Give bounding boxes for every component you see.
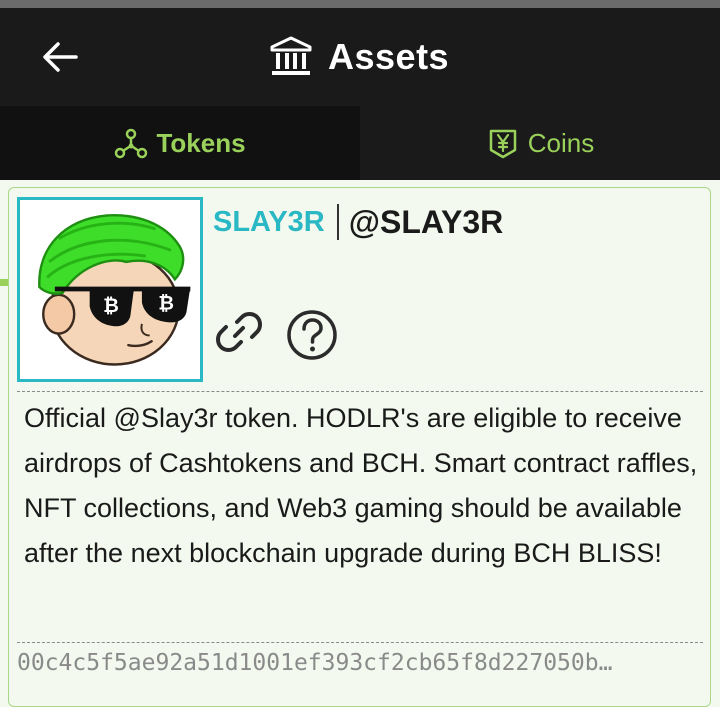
bank-icon: [270, 36, 312, 75]
token-name-row: SLAY3R @SLAY3R: [213, 202, 503, 242]
page-title-group: Assets: [268, 34, 449, 80]
yen-coin-icon: [489, 129, 516, 159]
tab-tokens[interactable]: Tokens: [0, 106, 360, 180]
back-button[interactable]: [36, 34, 84, 80]
app-bar: Assets: [0, 8, 720, 106]
token-handle: @SLAY3R: [348, 203, 504, 240]
token-id[interactable]: 00c4c5f5ae92a51d1001ef393cf2cb65f8d22705…: [17, 650, 701, 676]
tab-coins-label: Coins: [527, 127, 595, 158]
token-name: SLAY3R: [213, 205, 325, 238]
token-card: ₿ ₿ SLAY3R @SLAY3R Official @Slay3r toke…: [8, 187, 711, 707]
tab-tokens-label: Tokens: [156, 127, 246, 158]
link-icon: [216, 312, 262, 352]
name-divider: [336, 204, 339, 240]
help-button[interactable]: [285, 308, 339, 362]
svg-text:₿: ₿: [158, 291, 174, 314]
token-avatar-image: ₿ ₿: [20, 200, 200, 379]
divider-top: [17, 391, 703, 392]
molecule-icon: [115, 128, 148, 159]
arrow-left-icon: [43, 42, 78, 72]
token-avatar: ₿ ₿: [17, 197, 203, 382]
link-button[interactable]: [215, 308, 263, 356]
question-circle-icon: [287, 310, 337, 360]
page-title: Assets: [328, 36, 450, 77]
status-bar-strip: [0, 0, 720, 8]
divider-bottom: [17, 642, 703, 643]
asset-tabs: Tokens Coins: [0, 106, 720, 286]
svg-text:₿: ₿: [103, 294, 119, 317]
tab-coins[interactable]: Coins: [360, 106, 720, 180]
token-description: Official @Slay3r token. HODLR's are elig…: [24, 403, 698, 568]
